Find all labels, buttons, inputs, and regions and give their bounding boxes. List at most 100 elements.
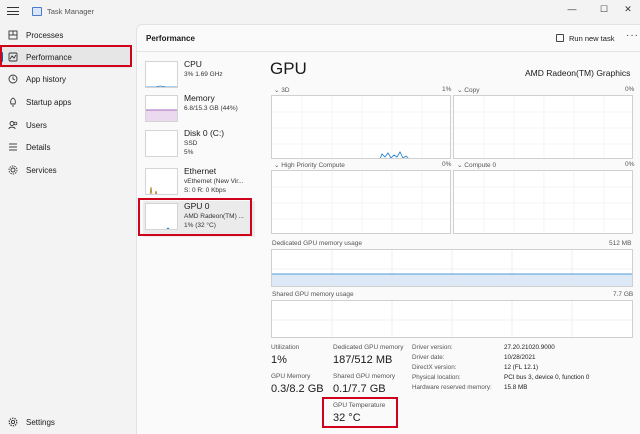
device-cpu[interactable]: CPU 3% 1.69 GHz [143, 59, 255, 95]
graph-shared-memory [271, 300, 633, 338]
sidebar-item-users[interactable]: Users [0, 114, 132, 136]
engine-name: 3D [281, 87, 290, 94]
dedicated-gpu-memory-label: Dedicated GPU memory [333, 344, 404, 351]
ethernet-thumbnail-graph [145, 168, 178, 195]
engine-label-compute-0[interactable]: ⌄ Compute 0 [457, 161, 496, 169]
shared-gpu-memory-label: Shared GPU memory [333, 373, 396, 380]
run-task-icon [556, 34, 564, 42]
device-detail: 5% [184, 149, 194, 156]
title-bar: Task Manager — ☐ ✕ [0, 0, 640, 24]
dedicated-gpu-memory-value: 187/512 MB [333, 354, 393, 366]
engine-label-copy[interactable]: ⌄ Copy [457, 86, 479, 94]
physical-location-key: Physical location: [412, 374, 461, 381]
settings-label: Settings [26, 417, 55, 427]
engine-label-3d[interactable]: ⌄ 3D [274, 86, 290, 94]
more-options-icon[interactable]: ··· [626, 30, 639, 41]
directx-version-value: 12 (FL 12.1) [504, 364, 539, 371]
device-detail: 6.8/15.3 GB (44%) [184, 105, 238, 112]
sidebar-item-label: Details [26, 142, 51, 152]
services-icon [8, 165, 18, 175]
device-name: Memory [184, 93, 215, 103]
sidebar-item-label: Services [26, 165, 57, 175]
graph-3d [271, 95, 451, 159]
sidebar-item-details[interactable]: Details [0, 136, 132, 158]
sidebar-item-startup-apps[interactable]: Startup apps [0, 91, 132, 113]
driver-version-key: Driver version: [412, 344, 453, 351]
sidebar: Processes Performance App history Startu… [0, 24, 136, 434]
history-icon [8, 74, 18, 84]
dedicated-memory-usage-label: Dedicated GPU memory usage [272, 240, 362, 247]
run-new-task-button[interactable]: Run new task [556, 31, 614, 45]
dedicated-memory-max: 512 MB [609, 240, 632, 247]
device-detail: vEthernet (New Vir... [184, 178, 244, 185]
graph-compute-0 [453, 170, 633, 234]
gpu-model-name: AMD Radeon(TM) Graphics [525, 68, 631, 78]
graph-dedicated-memory [271, 249, 633, 287]
shared-gpu-memory-value: 0.1/7.7 GB [333, 383, 386, 395]
run-new-task-label: Run new task [569, 33, 615, 43]
processes-icon [8, 30, 18, 40]
device-detail: 3% 1.69 GHz [184, 71, 223, 78]
sidebar-item-processes[interactable]: Processes [0, 24, 132, 46]
engine-name: Compute 0 [464, 162, 497, 169]
memory-thumbnail-graph [145, 95, 178, 122]
gear-icon [8, 417, 18, 427]
sidebar-item-label: Users [26, 120, 47, 130]
users-icon [8, 121, 18, 130]
gpu-thumbnail-graph [145, 203, 178, 230]
utilization-value: 1% [271, 354, 287, 366]
sidebar-item-label: Performance [26, 52, 72, 62]
engine-pct-3d: 1% [442, 86, 452, 93]
driver-date-key: Driver date: [412, 354, 445, 361]
device-detail: 1% (32 °C) [184, 222, 216, 229]
performance-icon [8, 52, 18, 62]
device-name: GPU 0 [184, 201, 210, 211]
sidebar-item-label: Processes [26, 30, 64, 40]
engine-label-high-priority-compute[interactable]: ⌄ High Priority Compute [274, 161, 345, 169]
sidebar-item-label: Startup apps [26, 97, 72, 107]
sidebar-item-label: App history [26, 74, 67, 84]
app-title: Task Manager [47, 7, 95, 16]
main-panel: Performance Run new task ··· CPU 3% 1.69… [136, 24, 640, 434]
device-memory[interactable]: Memory 6.8/15.3 GB (44%) [143, 93, 255, 129]
settings-button[interactable]: Settings [0, 412, 132, 432]
graph-high-priority-compute [271, 170, 451, 234]
driver-version-value: 27.20.21020.9000 [504, 344, 555, 351]
hamburger-menu-icon[interactable] [7, 5, 19, 17]
gpu-title: GPU [270, 59, 307, 78]
physical-location-value: PCI bus 3, device 0, function 0 [504, 374, 590, 381]
disk-thumbnail-graph [145, 130, 178, 157]
page-title: Performance [146, 34, 195, 43]
device-gpu-0[interactable]: GPU 0 AMD Radeon(TM) ... 1% (32 °C) [143, 201, 255, 237]
task-manager-logo-icon [32, 7, 42, 16]
startup-icon [10, 97, 16, 107]
device-ethernet[interactable]: Ethernet vEthernet (New Vir... S: 0 R: 0… [143, 166, 255, 202]
maximize-button[interactable]: ☐ [592, 2, 616, 16]
hardware-reserved-memory-key: Hardware reserved memory: [412, 384, 492, 391]
header-divider [137, 51, 640, 52]
sidebar-item-performance[interactable]: Performance [0, 46, 132, 68]
engine-name: High Priority Compute [281, 162, 345, 169]
gpu-temperature-label: GPU Temperature [333, 402, 386, 409]
gpu-memory-label: GPU Memory [271, 373, 311, 380]
device-name: Ethernet [184, 166, 217, 176]
utilization-label: Utilization [271, 344, 300, 351]
engine-pct-copy: 0% [625, 86, 635, 93]
gpu-temperature-value: 32 °C [333, 412, 361, 424]
shared-memory-max: 7.7 GB [613, 291, 634, 298]
minimize-button[interactable]: — [560, 2, 584, 16]
sidebar-item-app-history[interactable]: App history [0, 68, 132, 90]
device-disk[interactable]: Disk 0 (C:) SSD 5% [143, 128, 255, 164]
shared-memory-usage-label: Shared GPU memory usage [272, 291, 354, 298]
engine-pct-compute-0: 0% [625, 161, 635, 168]
graph-copy [453, 95, 633, 159]
device-name: CPU [184, 59, 202, 69]
device-detail: SSD [184, 140, 198, 147]
sidebar-item-services[interactable]: Services [0, 159, 132, 181]
engine-pct-high-priority-compute: 0% [442, 161, 452, 168]
gpu-memory-value: 0.3/8.2 GB [271, 383, 324, 395]
device-detail: S: 0 R: 0 Kbps [184, 187, 226, 194]
device-detail: AMD Radeon(TM) ... [184, 213, 244, 220]
close-button[interactable]: ✕ [616, 2, 640, 16]
engine-name: Copy [464, 87, 480, 94]
